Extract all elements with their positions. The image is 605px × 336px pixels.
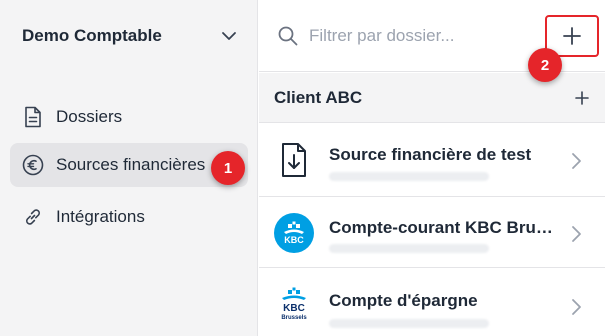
list-item[interactable]: KBC Compte-courant KBC Brus... xyxy=(259,198,605,268)
group-title: Client ABC xyxy=(274,87,363,107)
organization-name: Demo Comptable xyxy=(22,26,162,45)
sidebar-item-integrations[interactable]: Intégrations xyxy=(10,195,248,239)
link-icon xyxy=(22,206,44,228)
plus-icon xyxy=(563,27,581,45)
search-input[interactable] xyxy=(309,23,529,49)
chevron-right-icon xyxy=(572,226,581,242)
sidebar-item-label: Dossiers xyxy=(56,107,123,126)
svg-text:KBC: KBC xyxy=(284,235,304,245)
organization-switcher[interactable]: Demo Comptable xyxy=(22,24,238,48)
chevron-down-icon xyxy=(222,32,236,40)
source-title: Compte-courant KBC Brus... xyxy=(329,218,555,237)
kbc-logo-icon: KBC xyxy=(274,213,314,253)
euro-icon xyxy=(22,154,44,176)
list-item[interactable]: KBC Brussels Compte d'épargne xyxy=(259,269,605,336)
sidebar-item-dossiers[interactable]: Dossiers xyxy=(10,95,248,139)
svg-text:KBC: KBC xyxy=(283,303,305,314)
sidebar-item-label: Intégrations xyxy=(56,207,145,226)
source-subtitle-redacted xyxy=(329,172,489,181)
step-badge-2: 2 xyxy=(528,48,562,82)
source-title: Compte d'épargne xyxy=(329,291,478,310)
source-subtitle-redacted xyxy=(329,319,489,328)
step-badge-1: 1 xyxy=(211,151,245,185)
search-icon xyxy=(278,26,298,46)
group-add-button[interactable] xyxy=(575,90,589,105)
chevron-right-icon xyxy=(572,153,581,169)
sidebar-item-label: Sources financières xyxy=(56,155,206,174)
list-item[interactable]: Source financière de test xyxy=(259,124,605,197)
download-document-icon xyxy=(282,143,306,177)
group-header: Client ABC xyxy=(259,73,605,123)
chevron-right-icon xyxy=(572,299,581,315)
kbc-logo-caption: Brussels xyxy=(281,315,307,321)
kbc-brussels-logo-icon: KBC xyxy=(282,287,306,314)
document-icon xyxy=(22,106,44,128)
source-subtitle-redacted xyxy=(329,244,489,253)
source-title: Source financière de test xyxy=(329,145,532,164)
